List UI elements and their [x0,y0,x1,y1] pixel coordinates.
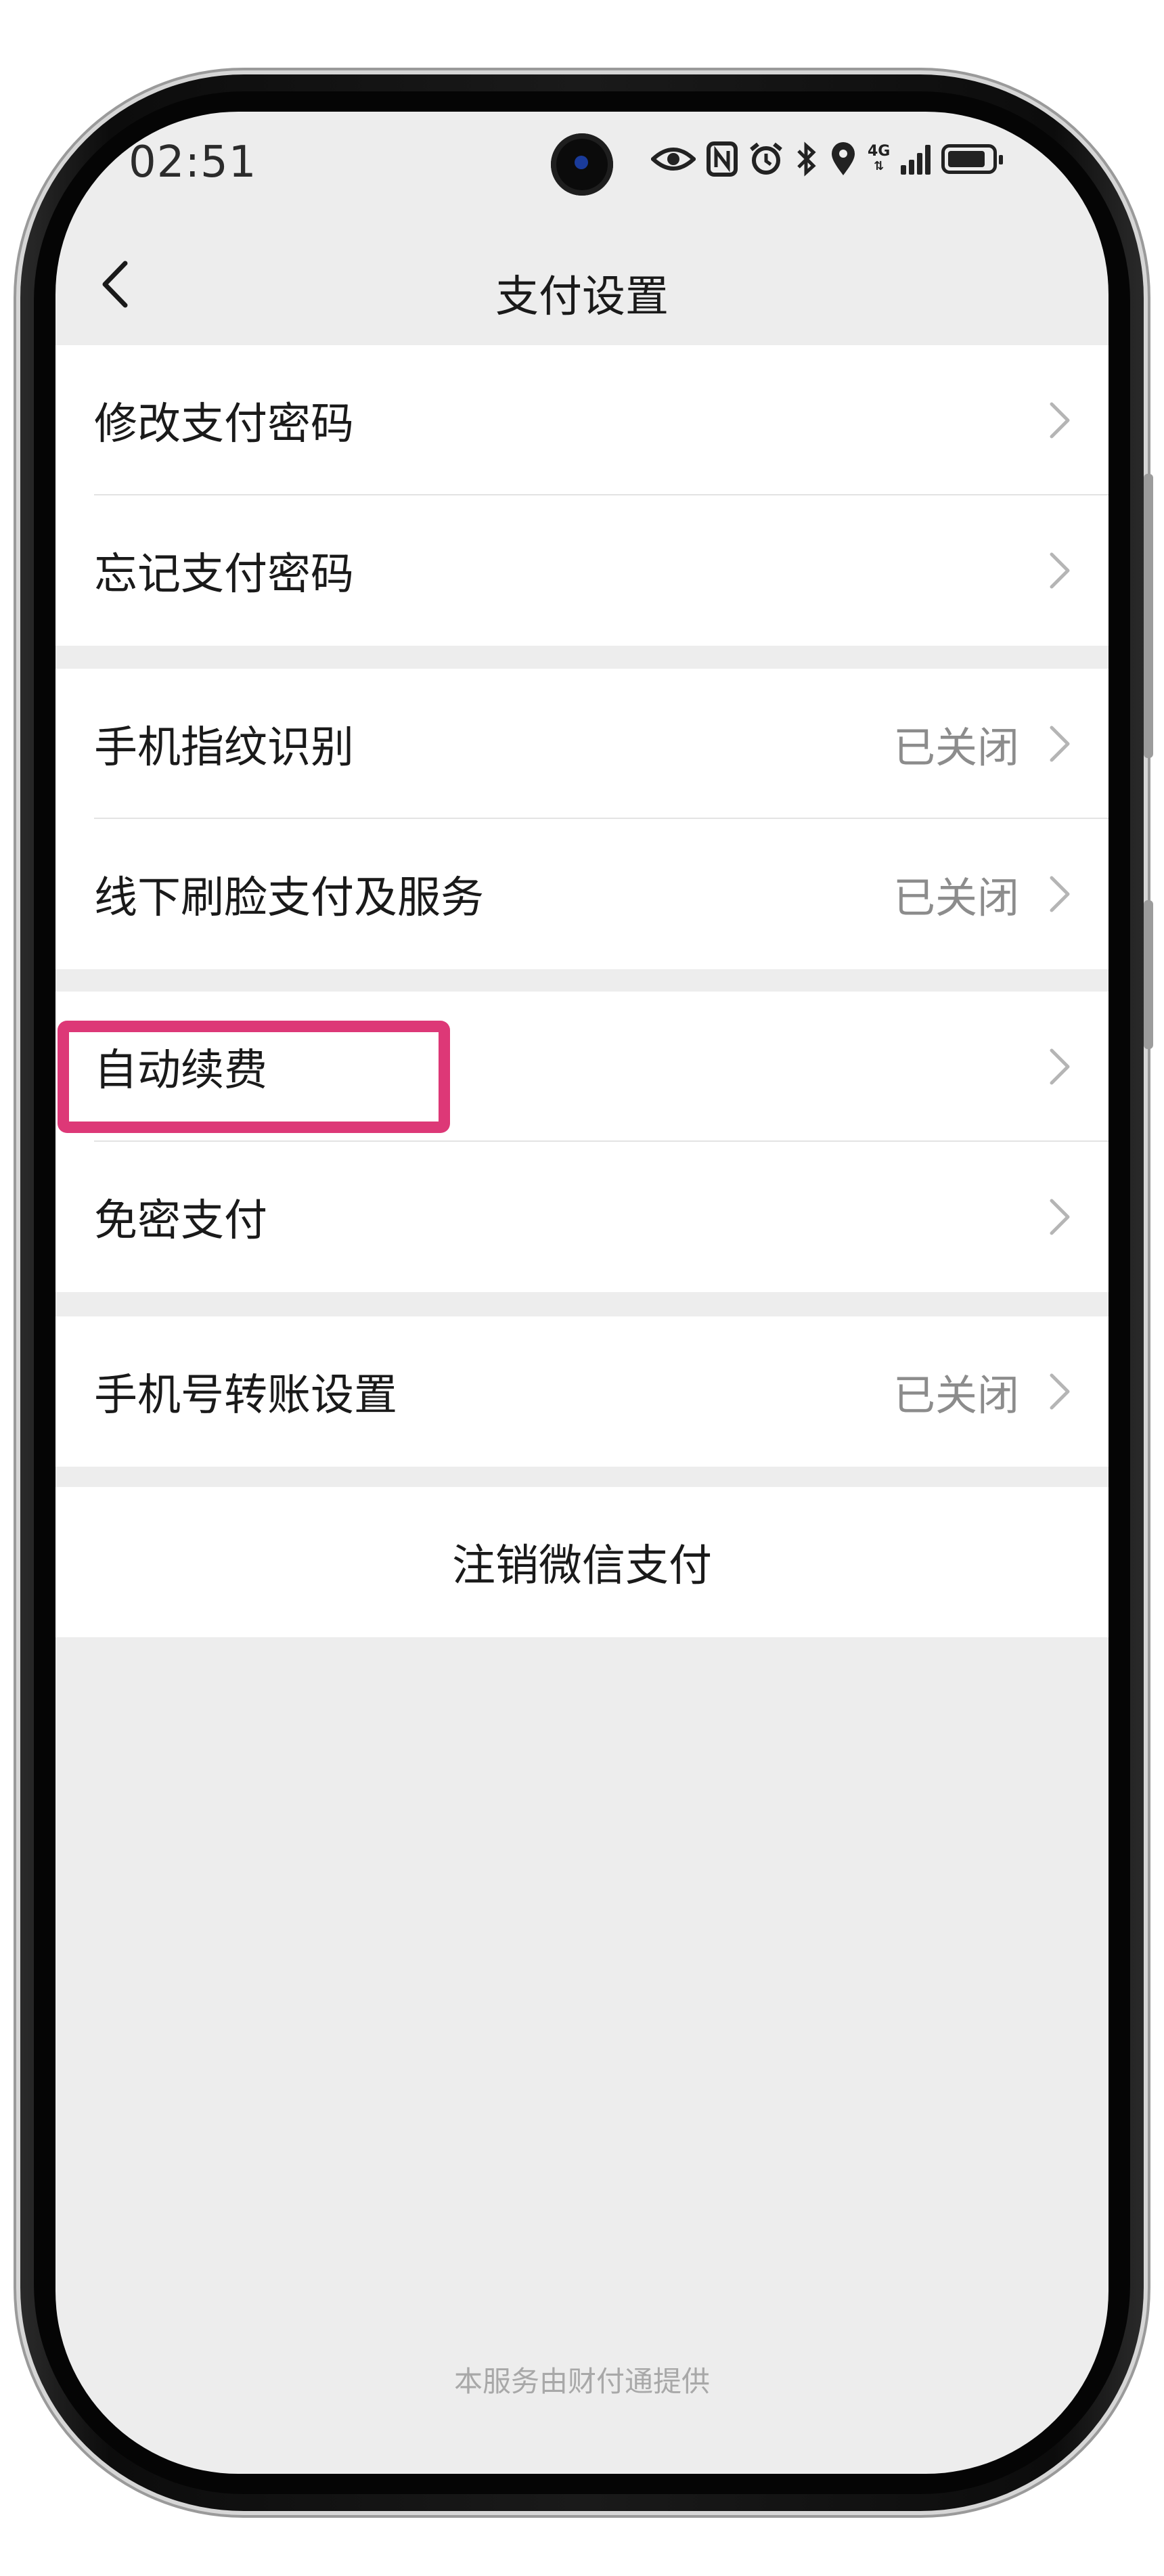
deactivate-wechat-pay-button[interactable]: 注销微信支付 [55,1487,1109,1637]
bluetooth-icon [797,141,816,177]
chevron-right-icon [1050,552,1070,589]
page-title: 支付设置 [495,272,669,322]
chevron-right-icon [1050,1199,1070,1235]
row-label: 忘记支付密码 [94,550,354,600]
row-label: 手机号转账设置 [94,1371,397,1421]
network-type-label: 4G [868,143,891,160]
settings-group-transfer: 手机号转账设置 已关闭 [55,1316,1109,1467]
nav-bar: 支付设置 [55,220,1109,345]
screen: 02:51 4G ⇅ 支付设置 修改支付密码 忘记支付密码 手机指纹识别 已关闭… [55,112,1109,2474]
row-password-free-pay[interactable]: 免密支付 [55,1142,1109,1292]
row-change-password[interactable]: 修改支付密码 [55,345,1109,495]
front-camera [551,133,613,196]
chevron-right-icon [1050,876,1070,912]
settings-group-biometrics: 手机指纹识别 已关闭 线下刷脸支付及服务 已关闭 [55,669,1109,969]
row-face-pay[interactable]: 线下刷脸支付及服务 已关闭 [55,819,1109,969]
row-label: 免密支付 [94,1196,267,1246]
row-fingerprint[interactable]: 手机指纹识别 已关闭 [55,669,1109,819]
row-label: 线下刷脸支付及服务 [94,873,484,923]
alarm-icon [750,142,782,175]
status-icons: 4G ⇅ [651,141,1004,177]
footer-provider-text: 本服务由财付通提供 [453,2365,710,2398]
volume-button [1144,474,1153,758]
signal-icon [901,143,931,175]
row-status: 已关闭 [893,873,1019,923]
chevron-right-icon [1050,402,1070,439]
row-status: 已关闭 [893,1371,1019,1420]
power-button [1144,900,1153,1049]
row-label: 手机指纹识别 [94,723,354,773]
eye-icon [651,148,696,171]
chevron-right-icon [1050,1373,1070,1410]
location-icon [832,142,855,175]
chevron-right-icon [1050,1048,1070,1085]
row-status: 已关闭 [893,723,1019,772]
settings-group-password: 修改支付密码 忘记支付密码 [55,345,1109,646]
row-phone-transfer[interactable]: 手机号转账设置 已关闭 [55,1316,1109,1467]
status-time: 02:51 [129,137,257,187]
data-arrows-icon: ⇅ [874,159,885,173]
highlight-box [58,1021,450,1133]
chevron-right-icon [1050,726,1070,762]
nfc-icon [707,141,738,177]
network-type: 4G ⇅ [868,144,890,174]
battery-icon [941,144,1004,174]
status-bar: 02:51 4G ⇅ [55,112,1109,220]
row-label: 修改支付密码 [94,399,354,449]
deactivate-label: 注销微信支付 [452,1541,712,1591]
row-forgot-password[interactable]: 忘记支付密码 [55,495,1109,646]
